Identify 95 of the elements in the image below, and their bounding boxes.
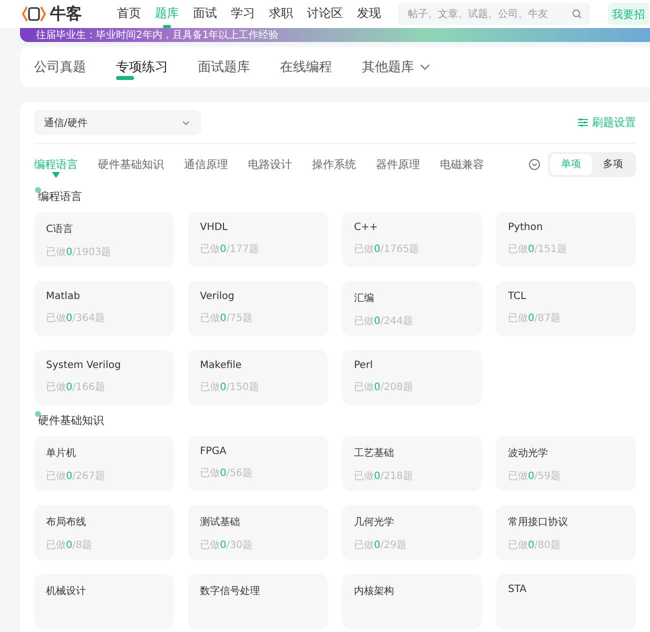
topic-card[interactable]: 内核架构	[342, 574, 482, 629]
topic-name: 数字信号处理	[200, 584, 261, 598]
section-title: 硬件基础知识	[38, 414, 104, 427]
topic-name: Verilog	[200, 291, 236, 302]
progress-count: 已做0/75题	[200, 312, 254, 325]
bank-tab[interactable]: 公司真题	[34, 54, 86, 80]
topic-name: C++	[354, 222, 379, 233]
category-select[interactable]: 通信/硬件	[34, 110, 201, 135]
topic-card[interactable]: STA	[496, 574, 636, 629]
topic-card[interactable]: Python 已做0/151题	[496, 212, 636, 267]
search-field[interactable]: 帖子、文章、试题、公司、牛友	[398, 3, 590, 25]
topic-name: System Verilog	[46, 360, 122, 371]
topic-card[interactable]: 常用接口协议 已做0/80题	[496, 505, 636, 560]
topic-card[interactable]: 汇编 已做0/244题	[342, 281, 482, 336]
topic-name: 汇编	[354, 292, 375, 305]
topic-card[interactable]: C语言 已做0/1903题	[34, 212, 174, 267]
progress-count: 已做0/1765题	[354, 243, 420, 256]
category-tab[interactable]: 操作系统	[312, 146, 356, 182]
progress-count: 已做0/218题	[354, 470, 414, 483]
topic-card[interactable]: 布局布线 已做0/8题	[34, 505, 174, 560]
topic-name: 内核架构	[354, 584, 395, 598]
progress-count: 已做0/208题	[354, 381, 414, 394]
progress-count: 已做0/150题	[200, 381, 260, 394]
progress-count: 已做0/244题	[354, 315, 414, 328]
dot-icon	[35, 411, 41, 417]
topic-card[interactable]: TCL 已做0/87题	[496, 281, 636, 336]
topic-card[interactable]: 几何光学 已做0/29题	[342, 505, 482, 560]
topic-name: Perl	[354, 360, 374, 371]
topic-card[interactable]: 工艺基础 已做0/218题	[342, 436, 482, 491]
progress-count: 已做0/8题	[46, 539, 94, 552]
category-tab[interactable]: 电磁兼容	[440, 146, 484, 182]
topic-name: 测试基础	[200, 516, 241, 529]
topic-name: Makefile	[200, 360, 243, 371]
bank-tab[interactable]: 面试题库	[198, 54, 250, 80]
topic-card[interactable]: VHDL 已做0/177题	[188, 212, 328, 267]
nav-link[interactable]: 发现	[350, 0, 388, 28]
category-tab[interactable]: 器件原理	[376, 146, 420, 182]
topic-name: 单片机	[46, 446, 77, 460]
topic-card[interactable]: Matlab 已做0/364题	[34, 281, 174, 336]
section-title: 编程语言	[38, 190, 82, 203]
search-icon	[572, 9, 582, 19]
bank-tab[interactable]: 专项练习	[116, 54, 168, 80]
progress-count: 已做0/30题	[200, 539, 254, 552]
progress-count: 已做0/59题	[508, 470, 562, 483]
topic-name: 几何光学	[354, 516, 395, 529]
topic-name: TCL	[508, 291, 528, 302]
progress-count: 已做0/166题	[46, 381, 106, 394]
dot-icon	[35, 187, 41, 193]
nav-link[interactable]: 讨论区	[300, 0, 350, 28]
category-tab[interactable]: 电路设计	[248, 146, 292, 182]
nav-link[interactable]: 求职	[262, 0, 300, 28]
logo-text: 牛客	[50, 4, 82, 24]
progress-count: 已做0/56题	[200, 467, 254, 480]
progress-count: 已做0/151题	[508, 243, 568, 256]
banner-text: 往届毕业生：毕业时间2年内，且具备1年以上工作经验	[36, 28, 279, 42]
nav-link[interactable]: 学习	[224, 0, 262, 28]
topic-name: 工艺基础	[354, 446, 395, 460]
topic-card[interactable]: C++ 已做0/1765题	[342, 212, 482, 267]
bank-tab[interactable]: 在线编程	[280, 54, 332, 80]
progress-count: 已做0/177题	[200, 243, 260, 256]
topic-name: 常用接口协议	[508, 516, 569, 529]
topic-card[interactable]: 测试基础 已做0/30题	[188, 505, 328, 560]
logo-icon	[22, 5, 46, 23]
topic-name: STA	[508, 584, 528, 595]
topic-card[interactable]: Perl 已做0/208题	[342, 350, 482, 405]
topic-card[interactable]: 波动光学 已做0/59题	[496, 436, 636, 491]
topic-name: FPGA	[200, 446, 228, 457]
topic-name: VHDL	[200, 222, 229, 233]
progress-count: 已做0/1903题	[46, 246, 112, 259]
nav-link[interactable]: 首页	[110, 0, 148, 28]
category-tab[interactable]: 硬件基础知识	[98, 146, 164, 182]
topic-name: 机械设计	[46, 584, 87, 598]
topic-name: Python	[508, 222, 544, 233]
topic-card[interactable]: 单片机 已做0/267题	[34, 436, 174, 491]
bank-tab[interactable]: 其他题库	[362, 54, 432, 80]
topic-name: Matlab	[46, 291, 81, 302]
topic-name: 波动光学	[508, 446, 549, 460]
progress-count: 已做0/267题	[46, 470, 106, 483]
topic-card[interactable]: FPGA 已做0/56题	[188, 436, 328, 491]
progress-count: 已做0/29题	[354, 539, 408, 552]
chevron-circle-icon[interactable]	[529, 158, 540, 170]
topic-card[interactable]: System Verilog 已做0/166题	[34, 350, 174, 405]
topic-name: 布局布线	[46, 516, 87, 529]
topic-card[interactable]: 机械设计	[34, 574, 174, 629]
topic-card[interactable]: Makefile 已做0/150题	[188, 350, 328, 405]
progress-count: 已做0/80题	[508, 539, 562, 552]
topic-card[interactable]: 数字信号处理	[188, 574, 328, 629]
progress-count: 已做0/364题	[46, 312, 106, 325]
nav-link[interactable]: 面试	[186, 0, 224, 28]
category-tab[interactable]: 通信原理	[184, 146, 228, 182]
topic-card[interactable]: Verilog 已做0/75题	[188, 281, 328, 336]
mode-option[interactable]: 多项	[592, 154, 634, 174]
sliders-icon	[578, 118, 588, 127]
progress-count: 已做0/87题	[508, 312, 562, 325]
topic-name: C语言	[46, 222, 74, 236]
